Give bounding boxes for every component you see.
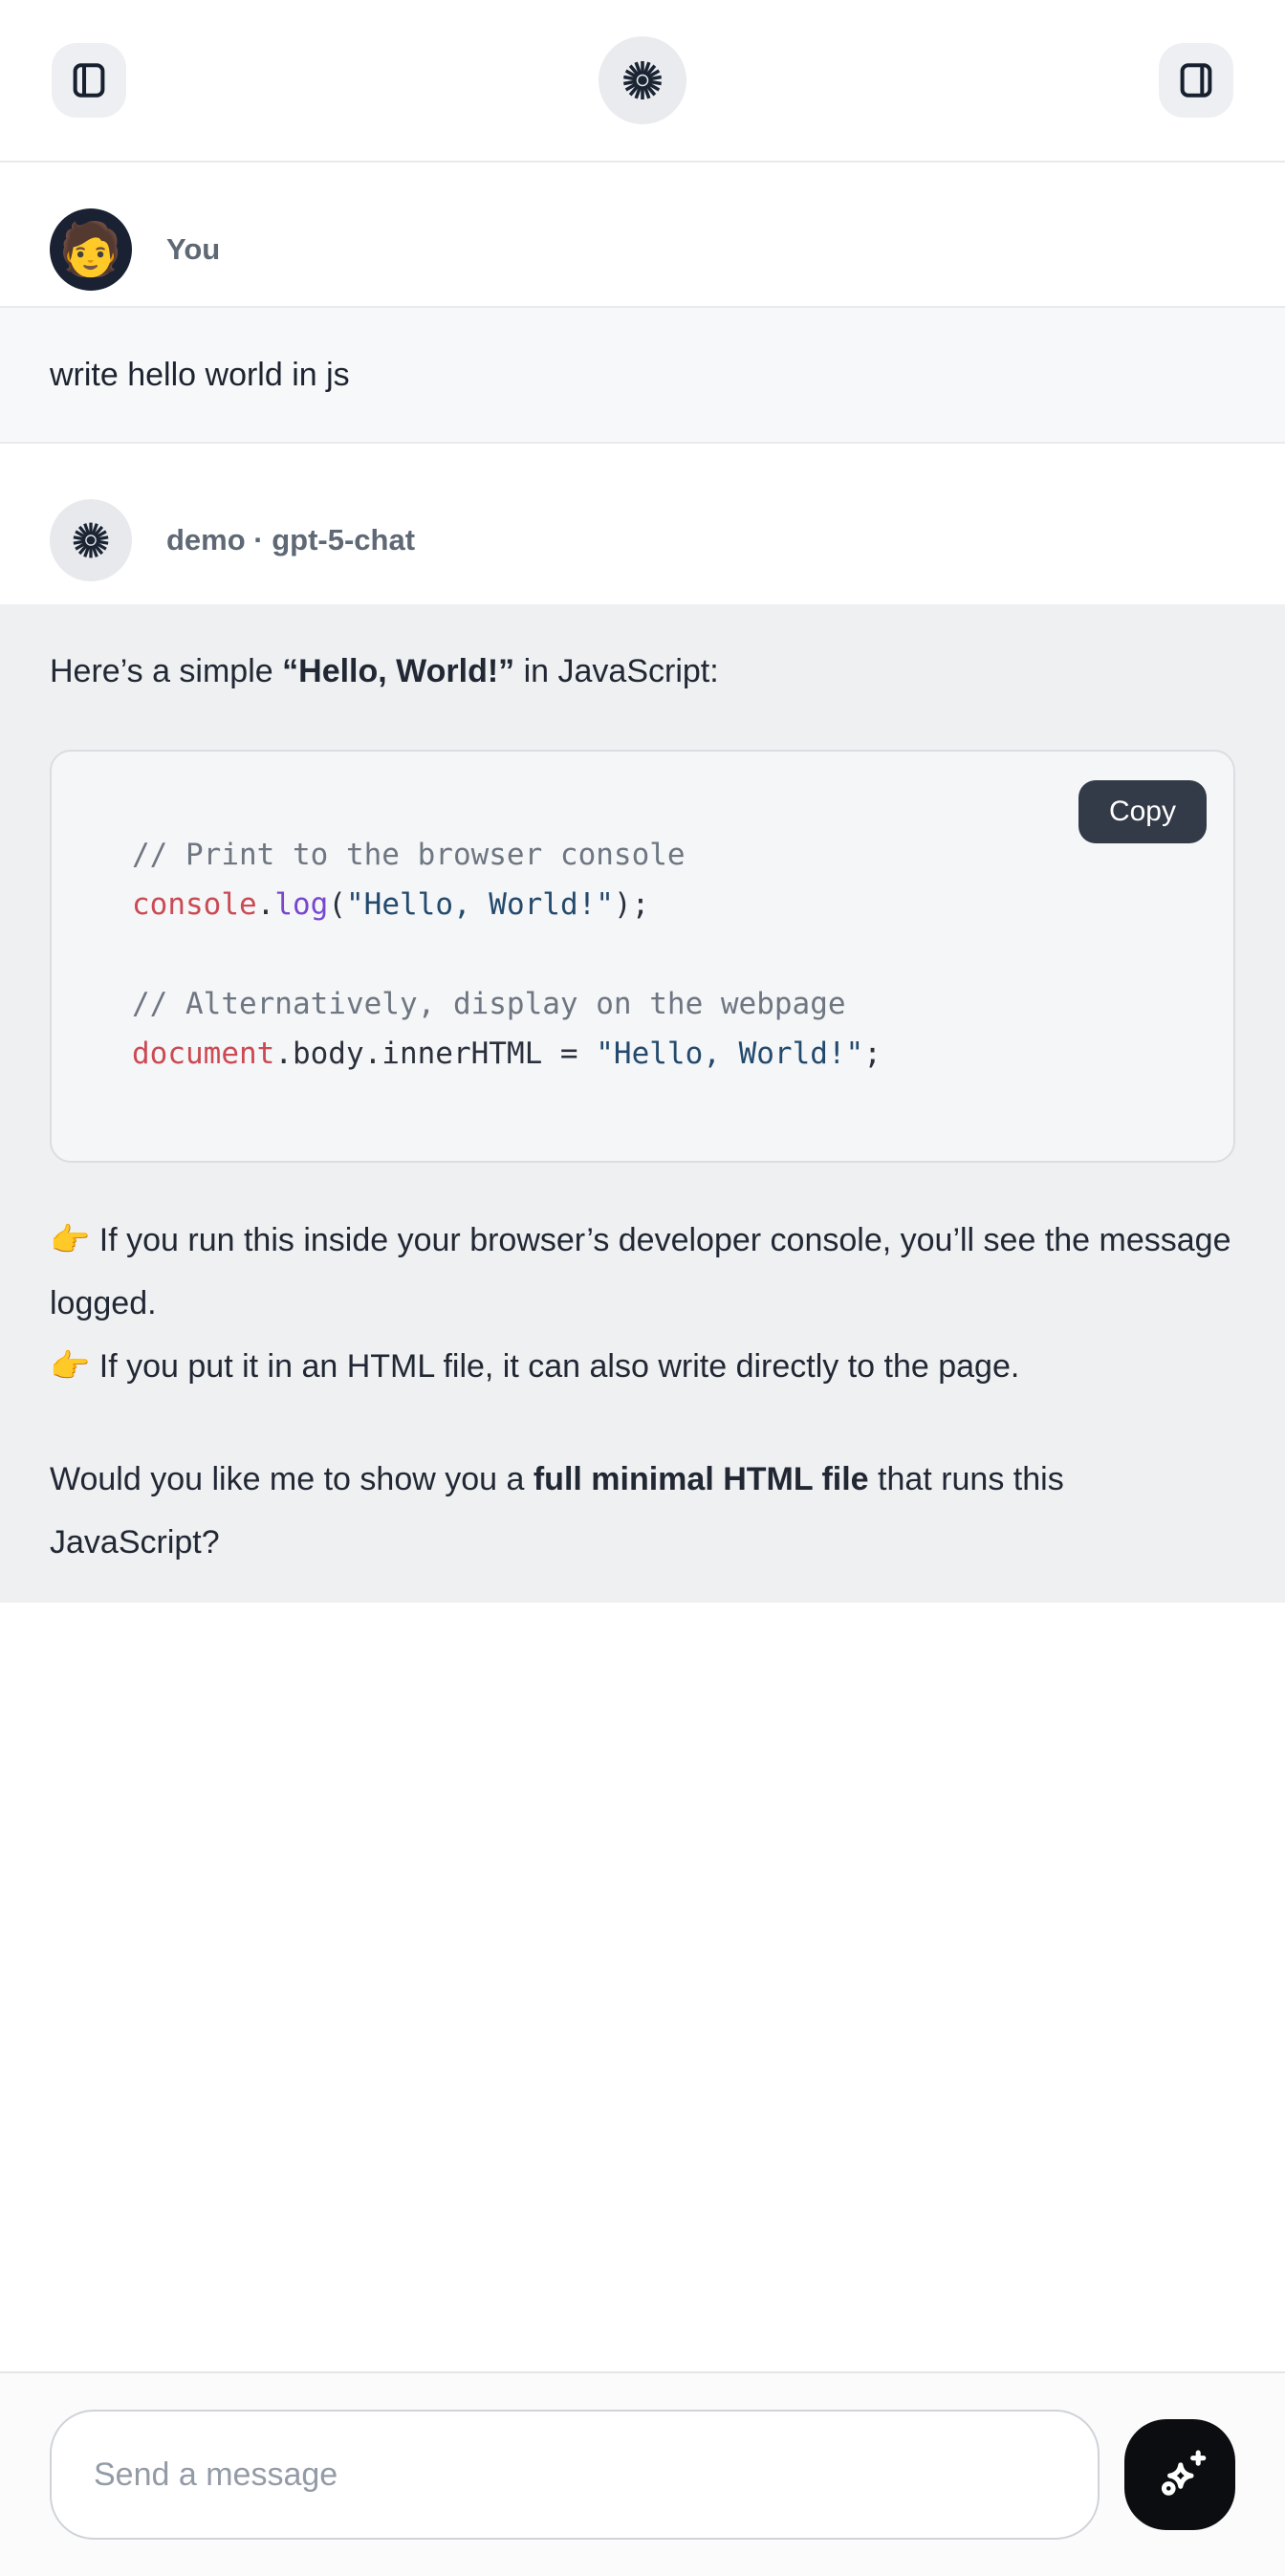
question-text: Would you like me to show you a: [50, 1461, 534, 1497]
panel-left-icon: [67, 58, 111, 102]
code-token: "Hello, World!": [346, 887, 614, 922]
intro-text: Here’s a simple: [50, 653, 282, 689]
code-content: // Print to the browser console console.l…: [132, 830, 1187, 1079]
code-token: .body.innerHTML =: [274, 1037, 596, 1071]
code-token: document: [132, 1037, 274, 1071]
code-token: console: [132, 887, 257, 922]
code-comment: // Print to the browser console: [132, 838, 686, 872]
starburst-icon: [69, 518, 113, 562]
starburst-logo-icon: [619, 56, 666, 104]
note-line-1: 👉 If you run this inside your browser’s …: [50, 1222, 1231, 1321]
assistant-intro: Here’s a simple “Hello, World!” in JavaS…: [50, 641, 1235, 702]
app-logo: [599, 36, 686, 124]
code-block: Copy // Print to the browser console cons…: [50, 750, 1235, 1163]
user-author-label: You: [166, 232, 220, 267]
intro-bold-text: “Hello, World!”: [282, 653, 514, 689]
code-comment: // Alternatively, display on the webpage: [132, 987, 846, 1021]
assistant-message-header: demo · gpt-5-chat: [0, 444, 1285, 604]
code-token: log: [274, 887, 328, 922]
assistant-question: Would you like me to show you a full min…: [50, 1448, 1235, 1574]
user-message-text: write hello world in js: [50, 348, 1235, 402]
chat-thread: 🧑 You write hello world in js: [0, 163, 1285, 2371]
composer: [0, 2371, 1285, 2576]
copy-button[interactable]: Copy: [1078, 780, 1207, 843]
user-message-header: 🧑 You: [0, 163, 1285, 306]
assistant-message: Here’s a simple “Hello, World!” in JavaS…: [0, 604, 1285, 1603]
code-token: "Hello, World!": [596, 1037, 863, 1071]
code-token: (: [328, 887, 346, 922]
assistant-notes: 👉 If you run this inside your browser’s …: [50, 1209, 1235, 1398]
code-token: ;: [863, 1037, 882, 1071]
right-panel-toggle-button[interactable]: [1159, 43, 1233, 118]
assistant-avatar: [50, 499, 132, 581]
panel-right-icon: [1174, 58, 1218, 102]
code-token: );: [614, 887, 649, 922]
message-input[interactable]: [50, 2410, 1100, 2540]
user-avatar-emoji: 🧑: [58, 224, 122, 275]
send-button[interactable]: [1124, 2419, 1235, 2530]
question-bold-text: full minimal HTML file: [534, 1461, 869, 1497]
intro-text-suffix: in JavaScript:: [514, 653, 719, 689]
user-message: write hello world in js: [0, 306, 1285, 444]
assistant-author-label: demo · gpt-5-chat: [166, 523, 415, 557]
sidebar-toggle-button[interactable]: [52, 43, 126, 118]
user-avatar: 🧑: [50, 208, 132, 291]
sparkle-icon: [1149, 2444, 1210, 2505]
top-bar: [0, 0, 1285, 163]
note-line-2: 👉 If you put it in an HTML file, it can …: [50, 1348, 1019, 1385]
code-token: .: [257, 887, 275, 922]
